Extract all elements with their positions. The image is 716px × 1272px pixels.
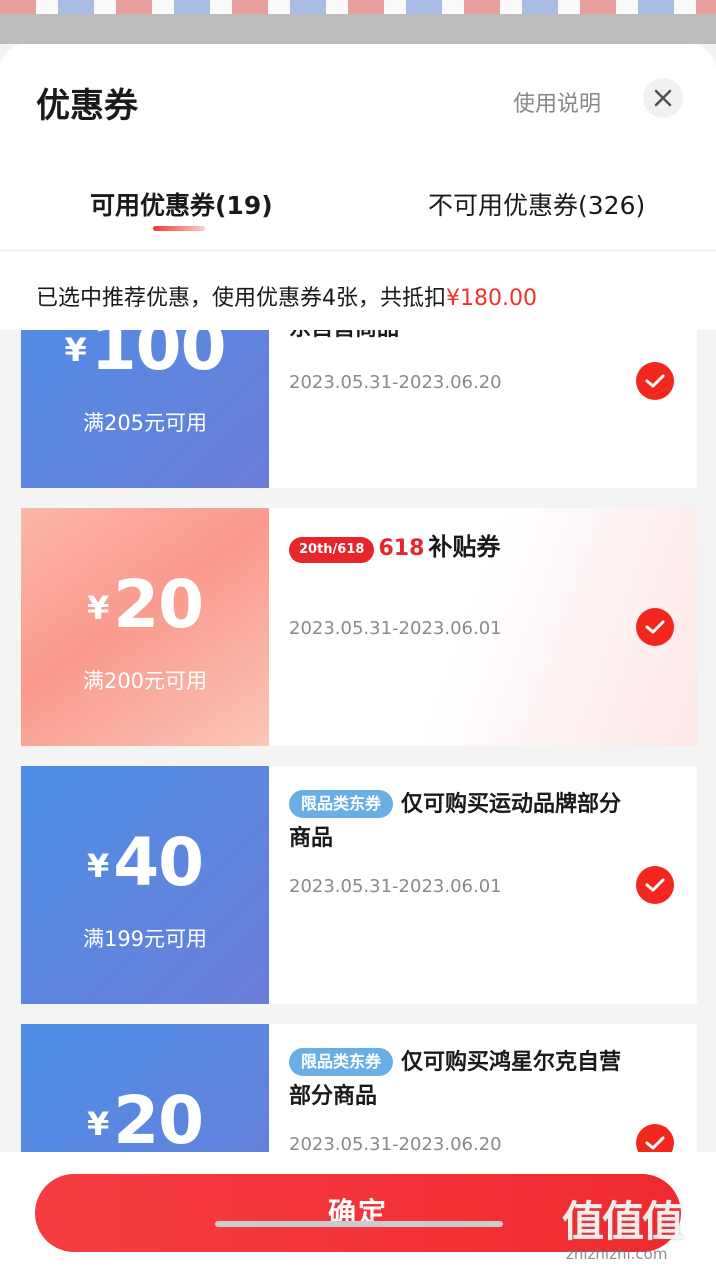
coupon-selected-checkbox[interactable] [636, 866, 674, 904]
coupon-sheet: 优惠券 使用说明 可用优惠券(19) 不可用优惠券(326) 已选中推荐优惠，使… [0, 44, 716, 1272]
coupon-title: 补贴券 [428, 533, 501, 561]
coupon-card[interactable]: ¥20 满200元可用 20th/618 618 补贴券 2023.05.31-20… [21, 508, 697, 746]
coupon-validity: 2023.05.31-2023.06.01 [289, 618, 502, 639]
coupon-selected-checkbox[interactable] [636, 362, 674, 400]
coupon-selected-checkbox[interactable] [636, 608, 674, 646]
watermark-url: zhizhizhi.com [566, 1245, 668, 1263]
tab-available-coupons[interactable]: 可用优惠券(19) [90, 186, 273, 222]
page-title: 优惠券 [36, 86, 138, 126]
coupon-value-panel: ¥20 [21, 1024, 269, 1152]
tab-unavailable-coupons[interactable]: 不可用优惠券(326) [428, 186, 645, 222]
coupon-value-panel: ¥100 满205元可用 [21, 330, 269, 488]
coupon-validity: 2023.05.31-2023.06.01 [289, 876, 502, 897]
coupon-info-panel: 限品类东券 仅可购买运动品牌部分商品 2023.05.31-2023.06.01 [269, 766, 697, 1004]
check-icon [645, 878, 665, 892]
background-dim-overlay [0, 14, 716, 44]
check-icon [645, 620, 665, 634]
selection-summary: 已选中推荐优惠，使用优惠券4张，共抵扣¥180.00 [36, 280, 537, 312]
anniversary-618-badge: 20th/618 [289, 537, 375, 563]
usage-threshold: 满199元可用 [82, 927, 208, 951]
amount-value: 20 [113, 1082, 204, 1152]
summary-discount-amount: ¥180.00 [446, 286, 537, 311]
close-button[interactable] [643, 78, 683, 118]
watermark-logo: 值值值 [562, 1197, 684, 1246]
divider [0, 250, 716, 251]
coupon-title: 东自营商品 [289, 330, 629, 346]
amount-value: 100 [90, 330, 227, 385]
coupon-value-panel: ¥40 满199元可用 [21, 766, 269, 1004]
category-limited-tag: 限品类东券 [289, 1048, 394, 1076]
brand-618-mark: 618 [378, 536, 425, 561]
active-tab-indicator [153, 226, 205, 231]
summary-text: 已选中推荐优惠，使用优惠券4张，共抵扣 [36, 286, 446, 311]
check-icon [645, 374, 665, 388]
coupon-value-panel: ¥20 满200元可用 [21, 508, 269, 746]
currency-symbol: ¥ [86, 847, 110, 885]
close-icon [654, 89, 672, 107]
coupon-list[interactable]: ¥100 满205元可用 东自营商品 2023.05.31-2023.06.20… [0, 330, 716, 1152]
coupon-card[interactable]: ¥40 满199元可用 限品类东券 仅可购买运动品牌部分商品 2023.05.31… [21, 766, 697, 1004]
coupon-amount: ¥20 [21, 1082, 269, 1152]
coupon-title-row: 限品类东券 仅可购买运动品牌部分商品 [289, 788, 629, 856]
coupon-amount: ¥40 [21, 824, 269, 901]
category-limited-tag: 限品类东券 [289, 790, 394, 818]
coupon-info-panel: 限品类东券 仅可购买鸿星尔克自营部分商品 2023.05.31-2023.06.2… [269, 1024, 697, 1152]
coupon-card[interactable]: ¥20 限品类东券 仅可购买鸿星尔克自营部分商品 2023.05.31-2023.… [21, 1024, 697, 1152]
sheet-header: 优惠券 使用说明 可用优惠券(19) 不可用优惠券(326) 已选中推荐优惠，使… [0, 44, 716, 330]
watermark: 值值值 zhizhizhi.com [562, 1188, 712, 1268]
amount-value: 40 [113, 824, 204, 901]
usage-threshold: 满205元可用 [82, 411, 208, 435]
coupon-card[interactable]: ¥100 满205元可用 东自营商品 2023.05.31-2023.06.20 [21, 330, 697, 488]
coupon-info-panel: 东自营商品 2023.05.31-2023.06.20 [269, 330, 697, 488]
coupon-validity: 2023.05.31-2023.06.20 [289, 372, 502, 393]
currency-symbol: ¥ [86, 589, 110, 627]
currency-symbol: ¥ [64, 331, 87, 369]
coupon-selected-checkbox[interactable] [636, 1124, 674, 1152]
usage-instructions-link[interactable]: 使用说明 [513, 86, 601, 118]
usage-threshold: 满200元可用 [82, 669, 208, 693]
currency-symbol: ¥ [86, 1105, 110, 1143]
coupon-validity: 2023.05.31-2023.06.20 [289, 1134, 502, 1152]
coupon-info-panel: 20th/618 618 补贴券 2023.05.31-2023.06.01 [269, 508, 697, 746]
check-icon [645, 1136, 665, 1150]
coupon-amount: ¥100 [21, 330, 269, 385]
amount-value: 20 [113, 566, 204, 643]
coupon-amount: ¥20 [21, 566, 269, 643]
home-indicator [215, 1221, 503, 1227]
coupon-title-row: 20th/618 618 补贴券 [289, 530, 629, 566]
coupon-title-row: 限品类东券 仅可购买鸿星尔克自营部分商品 [289, 1046, 629, 1114]
